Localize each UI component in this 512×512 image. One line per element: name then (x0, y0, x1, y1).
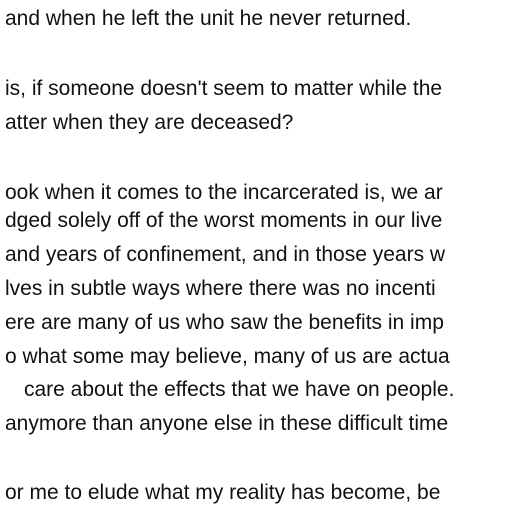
text-line-5: dged solely off of the worst moments in … (5, 209, 443, 232)
text-line-4: ook when it comes to the incarcerated is… (5, 181, 443, 204)
text-line-10: care about the effects that we have on p… (24, 378, 455, 401)
text-line-3: atter when they are deceased? (5, 111, 294, 134)
text-line-7: lves in subtle ways where there was no i… (5, 277, 436, 300)
document-page: and when he left the unit he never retur… (0, 0, 512, 512)
text-line-2: is, if someone doesn't seem to matter wh… (5, 77, 443, 100)
text-line-1: and when he left the unit he never retur… (5, 7, 412, 30)
text-line-12: or me to elude what my reality has becom… (5, 481, 441, 504)
text-line-6: and years of confinement, and in those y… (5, 243, 446, 266)
text-line-8: ere are many of us who saw the benefits … (5, 311, 444, 334)
text-line-11: anymore than anyone else in these diffic… (5, 412, 449, 435)
text-line-9: o what some may believe, many of us are … (5, 345, 450, 368)
